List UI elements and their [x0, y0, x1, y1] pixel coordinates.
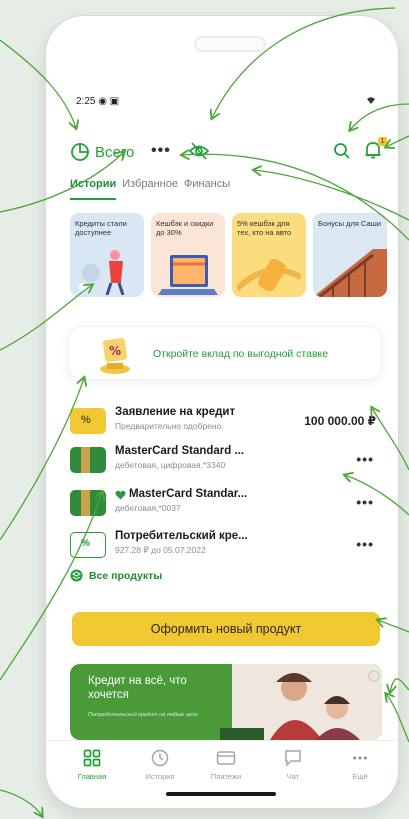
product-name: MasterCard Standar... [129, 488, 248, 500]
story-text: Кредиты стали доступнее [75, 219, 127, 237]
status-time: 2:25 ◉ ▣ [76, 96, 120, 107]
product-subtitle: Предварительно одобрено [115, 421, 222, 431]
pie-chart-icon [71, 143, 89, 161]
product-row[interactable]: % Потребительский кре... 927.28 ₽ до 05.… [70, 530, 384, 566]
nav-item-more[interactable]: Ещё [330, 749, 390, 781]
banner-subtitle: Потребительский кредит на любые цели [88, 712, 198, 718]
product-name: Заявление на кредит [115, 406, 236, 418]
tab-stories[interactable]: Истории [70, 178, 117, 200]
nav-item-history[interactable]: История [130, 749, 190, 781]
all-products-link[interactable]: Все продукты [70, 569, 162, 582]
product-subtitle: дебетовая,*0037 [115, 503, 181, 513]
story-text: Кешбэк и скидки до 30% [156, 219, 214, 237]
story-card[interactable]: Бонусы для Саши [313, 213, 387, 297]
loan-percent-icon: % [70, 532, 106, 558]
eye-off-icon [188, 142, 210, 160]
total-balance-toggle[interactable]: Всего [70, 142, 134, 162]
product-row[interactable]: MasterCard Standar... дебетовая,*0037 ••… [70, 488, 384, 524]
notifications-button[interactable]: 1 [364, 137, 387, 165]
home-indicator [166, 792, 276, 796]
bottom-nav: Главная История Платежи Чат Ещё [46, 740, 398, 808]
total-label: Всего [95, 143, 135, 161]
product-row[interactable]: % Заявление на кредит Предварительно одо… [70, 406, 384, 442]
search-icon [334, 143, 350, 159]
tab-favorites[interactable]: Избранное [122, 178, 178, 200]
nav-label: Платежи [210, 772, 242, 781]
svg-text:%: % [109, 344, 121, 358]
stories-carousel: Кредиты стали доступнее Кешбэк и скидки … [70, 213, 398, 297]
grid-icon [83, 749, 101, 767]
banner-decor [220, 728, 264, 740]
clock-icon [151, 749, 169, 767]
nav-label: Чат [286, 772, 300, 781]
card-icon [216, 751, 236, 765]
notification-badge: 1 [378, 137, 387, 146]
home-header: Всего ••• 1 [70, 137, 387, 168]
product-more-button[interactable]: ••• [356, 451, 374, 467]
woman-illustration [79, 250, 125, 295]
tab-finance[interactable]: Финансы [184, 178, 230, 200]
story-card[interactable]: Кешбэк и скидки до 30% [151, 213, 225, 297]
heart-icon [115, 490, 126, 500]
phone-notch [194, 36, 266, 52]
product-name: Потребительский кре... [115, 530, 248, 542]
nav-label: Ещё [352, 772, 368, 781]
story-card[interactable]: Кредиты стали доступнее [70, 213, 144, 297]
bridge-illustration [313, 249, 387, 297]
more-icon [353, 756, 367, 760]
product-more-button[interactable]: ••• [356, 536, 374, 552]
card-thumbnail-icon [70, 447, 106, 473]
layers-icon [70, 569, 83, 582]
new-product-button[interactable]: Оформить новый продукт [72, 612, 380, 646]
promo-text: Откройте вклад по выгодной ставке [153, 348, 329, 360]
all-products-label: Все продукты [89, 569, 163, 582]
status-icons: ◉ ▣ [98, 96, 120, 107]
nav-item-payments[interactable]: Платежи [196, 749, 256, 781]
phone-frame: 2:25 ◉ ▣ Всего ••• 1 Истории Избранное Ф… [46, 16, 398, 808]
story-text: 5% кешбэк для тех, кто на авто [237, 219, 292, 237]
nav-item-home[interactable]: Главная [62, 749, 122, 781]
deposit-percent-icon: % [100, 337, 130, 374]
search-button[interactable] [333, 142, 351, 165]
product-subtitle: дебетовая, цифровая,*3340 [115, 460, 226, 470]
product-name: MasterCard Standard ... [115, 445, 245, 457]
nav-item-chat[interactable]: Чат [263, 749, 323, 781]
laptop-illustration [158, 255, 218, 295]
header-more-button[interactable]: ••• [151, 142, 171, 160]
status-bar: 2:25 ◉ ▣ [76, 96, 376, 112]
nav-label: История [145, 772, 175, 781]
car-illustration [237, 258, 301, 292]
nav-label: Главная [77, 772, 107, 781]
story-text: Бонусы для Саши [318, 219, 381, 228]
feed-tabs: Истории Избранное Финансы [70, 178, 380, 200]
card-thumbnail-icon [70, 490, 106, 516]
product-row[interactable]: MasterCard Standard ... дебетовая, цифро… [70, 445, 384, 481]
percent-icon: % [70, 408, 106, 434]
banner-title: Кредит на всё, что хочется [88, 675, 187, 701]
hide-balance-button[interactable] [188, 140, 210, 167]
deposit-promo-card[interactable]: % Откройте вклад по выгодной ставке [68, 326, 382, 380]
chat-icon [285, 750, 301, 767]
product-more-button[interactable]: ••• [356, 494, 374, 510]
product-subtitle: 927.28 ₽ до 05.07.2022 [115, 545, 206, 555]
wifi-icon [366, 96, 376, 108]
product-amount: 100 000.00 ₽ [304, 414, 376, 428]
story-card[interactable]: 5% кешбэк для тех, кто на авто [232, 213, 306, 297]
credit-banner[interactable]: Кредит на всё, что хочется Потребительск… [70, 664, 382, 740]
